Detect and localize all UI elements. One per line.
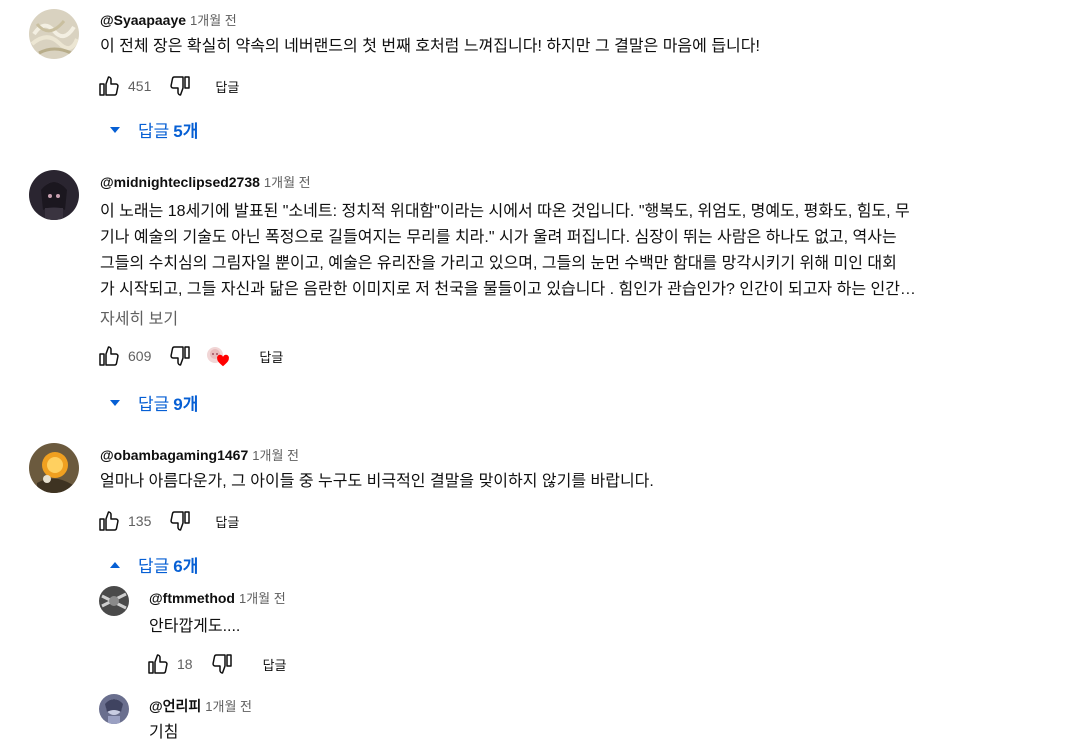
reply-header: @언리피 1개월 전 (149, 696, 252, 716)
dislike-icon[interactable] (167, 73, 193, 99)
reply-text: 기침 (149, 724, 179, 741)
reply-button[interactable]: 답글 (215, 77, 239, 96)
timestamp[interactable]: 1개월 전 (205, 699, 252, 714)
timestamp[interactable]: 1개월 전 (264, 175, 311, 190)
like-icon[interactable] (96, 508, 122, 534)
replies-label: 답글 (138, 557, 170, 576)
like-icon[interactable] (96, 73, 122, 99)
comment-text-line: 그들의 수치심의 그림자일 뿐이고, 예술은 유리잔을 가리고 있으며, 그들의… (100, 255, 897, 272)
reply-actions: 18 답글 (145, 651, 287, 677)
reply-text: 안타깝게도.... (149, 618, 241, 635)
timestamp[interactable]: 1개월 전 (190, 13, 237, 28)
replies-count: 9개 (173, 395, 199, 414)
read-more-button[interactable]: 자세히 보기 (100, 305, 178, 329)
caret-up-icon (110, 561, 120, 568)
dislike-icon[interactable] (209, 651, 235, 677)
comment-header: @midnighteclipsed2738 1개월 전 (100, 172, 311, 191)
avatar[interactable] (29, 9, 79, 59)
dislike-icon[interactable] (167, 508, 193, 534)
comment-text: 이 전체 장은 확실히 약속의 네버랜드의 첫 번째 호처럼 느껴집니다! 하지… (100, 35, 760, 59)
caret-down-icon (110, 399, 120, 406)
like-icon[interactable] (145, 651, 171, 677)
author-name[interactable]: @obambagaming1467 (100, 447, 248, 463)
dislike-icon[interactable] (167, 343, 193, 369)
replies-count: 5개 (173, 122, 199, 141)
author-name[interactable]: @ftmmethod (149, 590, 235, 606)
view-replies-button[interactable]: 답글 9개 (108, 390, 198, 415)
comment-text-line: 이 전체 장은 확실히 약속의 네버랜드의 첫 번째 호처럼 느껴집니다! 하지… (100, 38, 760, 55)
avatar[interactable] (99, 586, 129, 616)
caret-down-icon (110, 126, 120, 133)
comment-text-line: 기나 예술의 기술도 아닌 폭정으로 길들여지는 무리를 치라." 시가 울려 … (100, 229, 897, 246)
comment-header: @obambagaming1467 1개월 전 (100, 445, 299, 464)
view-replies-button[interactable]: 답글 5개 (108, 117, 198, 142)
replies-count: 6개 (173, 557, 199, 576)
creator-heart-badge (205, 343, 235, 369)
author-name[interactable]: @midnighteclipsed2738 (100, 174, 260, 190)
like-count: 451 (128, 78, 152, 94)
avatar[interactable] (99, 694, 129, 724)
comment-text: 얼마나 아름다운가, 그 아이들 중 누구도 비극적인 결말을 맞이하지 않기를… (100, 470, 654, 494)
comment-actions: 451 답글 (96, 73, 239, 99)
comment-text-line: 얼마나 아름다운가, 그 아이들 중 누구도 비극적인 결말을 맞이하지 않기를… (100, 473, 654, 490)
avatar[interactable] (29, 170, 79, 220)
like-count: 18 (177, 656, 193, 672)
timestamp[interactable]: 1개월 전 (252, 448, 299, 463)
reply-button[interactable]: 답글 (259, 347, 283, 366)
replies-label: 답글 (138, 122, 170, 141)
timestamp[interactable]: 1개월 전 (239, 591, 286, 606)
replies-label: 답글 (138, 395, 170, 414)
hide-replies-button[interactable]: 답글 6개 (108, 552, 198, 577)
comment-header: @Syaapaaye 1개월 전 (100, 10, 237, 29)
like-count: 135 (128, 513, 152, 529)
avatar[interactable] (29, 443, 79, 493)
author-name[interactable]: @언리피 (149, 698, 201, 714)
like-icon[interactable] (96, 343, 122, 369)
reply-button[interactable]: 답글 (263, 655, 287, 674)
comment-text-line: 이 노래는 18세기에 발표된 "소네트: 정치적 위대함"이라는 시에서 따온… (100, 203, 910, 220)
reply-header: @ftmmethod 1개월 전 (149, 588, 286, 607)
comment-text: 이 노래는 18세기에 발표된 "소네트: 정치적 위대함"이라는 시에서 따온… (100, 199, 916, 303)
comment-actions: 609 답글 (96, 343, 283, 369)
heart-icon (217, 354, 230, 367)
reply-button[interactable]: 답글 (215, 512, 239, 531)
like-count: 609 (128, 348, 152, 364)
author-name[interactable]: @Syaapaaye (100, 12, 186, 28)
comment-text-line: 가 시작되고, 그들 자신과 닮은 음란한 이미지로 저 천국을 물들이고 있습… (100, 281, 916, 298)
comment-actions: 135 답글 (96, 508, 239, 534)
